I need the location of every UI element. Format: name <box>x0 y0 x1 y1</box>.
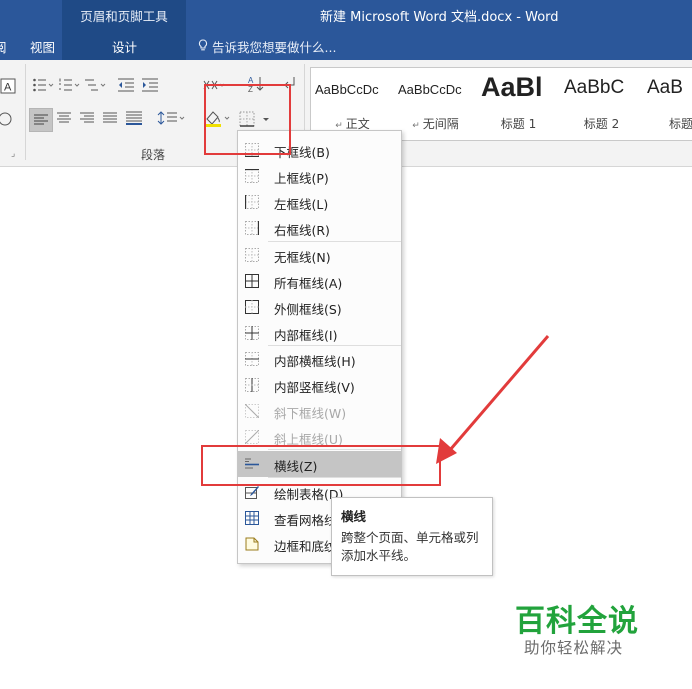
watermark-slogan: 助你轻松解决 <box>524 639 624 657</box>
annotation-arrow-icon <box>436 335 550 464</box>
watermark-logo: 百科全说 <box>515 604 639 639</box>
